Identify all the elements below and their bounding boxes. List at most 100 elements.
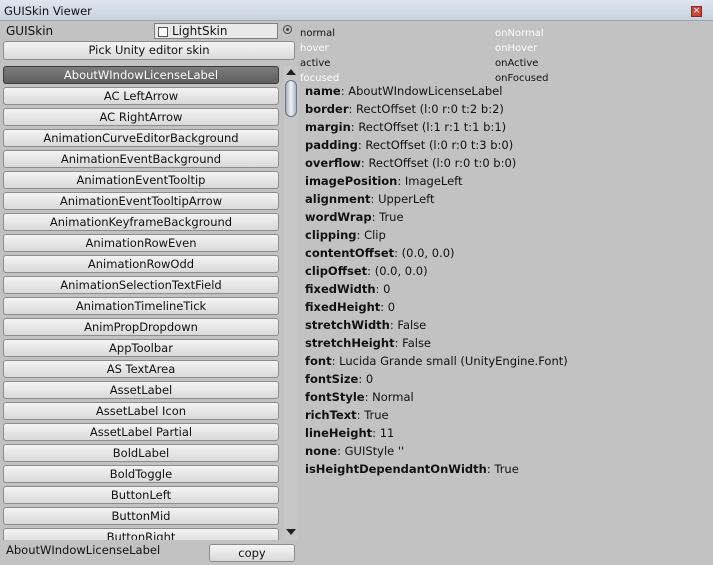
property-row: margin: RectOffset (l:1 r:1 t:1 b:1) (305, 120, 507, 134)
property-value: (0.0, 0.0) (374, 264, 428, 278)
property-key: fixedWidth (305, 282, 376, 296)
style-list-scrollbar[interactable] (284, 66, 298, 540)
property-value: AboutWIndowLicenseLabel (348, 84, 503, 98)
property-key: border (305, 102, 349, 116)
property-value: UpperLeft (378, 192, 435, 206)
object-picker-icon[interactable] (283, 25, 292, 34)
style-list-item[interactable]: ButtonLeft (3, 486, 279, 504)
state-onactive: onActive (495, 58, 539, 69)
style-list-item[interactable]: AnimationEventBackground (3, 150, 279, 168)
style-list-item[interactable]: ButtonMid (3, 507, 279, 525)
property-value: RectOffset (l:0 r:0 t:2 b:2) (356, 102, 504, 116)
property-value: False (397, 318, 427, 332)
style-list-item[interactable]: AppToolbar (3, 339, 279, 357)
style-list-item[interactable]: AboutWIndowLicenseLabel (3, 66, 279, 84)
property-value: True (494, 462, 519, 476)
property-key: clipOffset (305, 264, 368, 278)
property-key: contentOffset (305, 246, 395, 260)
style-list-item[interactable]: AnimationCurveEditorBackground (3, 129, 279, 147)
property-key: font (305, 354, 332, 368)
style-list-item[interactable]: AssetLabel Partial (3, 423, 279, 441)
property-row: fixedWidth: 0 (305, 282, 391, 296)
property-row: alignment: UpperLeft (305, 192, 435, 206)
state-focused: focused (300, 73, 340, 84)
property-row: font: Lucida Grande small (UnityEngine.F… (305, 354, 568, 368)
style-list-item[interactable]: AnimationEventTooltip (3, 171, 279, 189)
guiskin-object-field[interactable]: LightSkin (154, 23, 278, 39)
style-list-item[interactable]: BoldLabel (3, 444, 279, 462)
state-active: active (300, 58, 331, 69)
property-value: 0 (365, 372, 374, 386)
property-row: wordWrap: True (305, 210, 404, 224)
state-onnormal: onNormal (495, 28, 544, 39)
style-list-item[interactable]: BoldToggle (3, 465, 279, 483)
property-value: GUIStyle '' (344, 444, 405, 458)
property-row: fixedHeight: 0 (305, 300, 396, 314)
guiskin-asset-icon (158, 27, 168, 37)
property-value: Normal (372, 390, 414, 404)
property-value: Clip (364, 228, 386, 242)
property-row: overflow: RectOffset (l:0 r:0 t:0 b:0) (305, 156, 517, 170)
property-key: none (305, 444, 338, 458)
property-key: wordWrap (305, 210, 372, 224)
property-row: contentOffset: (0.0, 0.0) (305, 246, 455, 260)
style-list-item[interactable]: AssetLabel Icon (3, 402, 279, 420)
style-list-item[interactable]: AnimationTimelineTick (3, 297, 279, 315)
property-key: clipping (305, 228, 357, 242)
style-list-item[interactable]: AssetLabel (3, 381, 279, 399)
style-list-item[interactable]: AnimationEventTooltipArrow (3, 192, 279, 210)
property-key: margin (305, 120, 351, 134)
property-value: 0 (383, 282, 391, 296)
guiskin-field-value: LightSkin (172, 24, 228, 38)
window-titlebar: GUISkin Viewer × (0, 0, 713, 21)
property-row: richText: True (305, 408, 389, 422)
style-list-item[interactable]: AnimPropDropdown (3, 318, 279, 336)
state-normal: normal (300, 28, 336, 39)
property-value: ImageLeft (404, 174, 463, 188)
property-value: 11 (379, 426, 395, 440)
state-onhover: onHover (495, 43, 538, 54)
style-list-item[interactable]: AC LeftArrow (3, 87, 279, 105)
property-row: fontStyle: Normal (305, 390, 414, 404)
property-value: RectOffset (l:0 r:0 t:3 b:0) (365, 138, 514, 152)
style-list: AboutWIndowLicenseLabel AC LeftArrow AC Ri… (3, 66, 281, 540)
style-list-item[interactable]: AnimationSelectionTextField (3, 276, 279, 294)
property-row: none: GUIStyle '' (305, 444, 405, 458)
style-list-item[interactable]: AC RightArrow (3, 108, 279, 126)
style-list-item[interactable]: AnimationRowOdd (3, 255, 279, 273)
property-key: stretchHeight (305, 336, 395, 350)
property-key: lineHeight (305, 426, 373, 440)
property-row: stretchHeight: False (305, 336, 432, 350)
scrollbar-thumb[interactable] (285, 80, 297, 117)
close-icon[interactable]: × (691, 6, 702, 17)
property-row: border: RectOffset (l:0 r:0 t:2 b:2) (305, 102, 504, 116)
property-row: isHeightDependantOnWidth: True (305, 462, 519, 476)
pick-editor-skin-button[interactable]: Pick Unity editor skin (3, 41, 295, 60)
selected-style-label: AboutWIndowLicenseLabel (6, 543, 161, 557)
property-row: clipping: Clip (305, 228, 386, 242)
property-row: name: AboutWIndowLicenseLabel (305, 84, 503, 98)
property-key: overflow (305, 156, 361, 170)
property-row: padding: RectOffset (l:0 r:0 t:3 b:0) (305, 138, 514, 152)
style-list-item[interactable]: AnimationKeyframeBackground (3, 213, 279, 231)
property-value: (0.0, 0.0) (401, 246, 455, 260)
property-key: isHeightDependantOnWidth (305, 462, 487, 476)
property-key: name (305, 84, 341, 98)
guiskin-label: GUISkin (6, 24, 54, 38)
copy-button[interactable]: copy (209, 544, 295, 562)
property-row: lineHeight: 11 (305, 426, 395, 440)
property-row: fontSize: 0 (305, 372, 374, 386)
style-list-item[interactable]: AnimationRowEven (3, 234, 279, 252)
property-value: RectOffset (l:0 r:0 t:0 b:0) (368, 156, 517, 170)
style-list-item[interactable]: ButtonRight (3, 528, 279, 540)
property-value: 0 (387, 300, 396, 314)
property-value: RectOffset (l:1 r:1 t:1 b:1) (358, 120, 507, 134)
property-row: imagePosition: ImageLeft (305, 174, 463, 188)
property-key: richText (305, 408, 357, 422)
scroll-up-arrow-icon[interactable] (286, 69, 296, 75)
scroll-down-arrow-icon[interactable] (286, 529, 296, 535)
property-row: stretchWidth: False (305, 318, 427, 332)
property-key: fontSize (305, 372, 359, 386)
property-key: fontStyle (305, 390, 365, 404)
style-list-item[interactable]: AS TextArea (3, 360, 279, 378)
